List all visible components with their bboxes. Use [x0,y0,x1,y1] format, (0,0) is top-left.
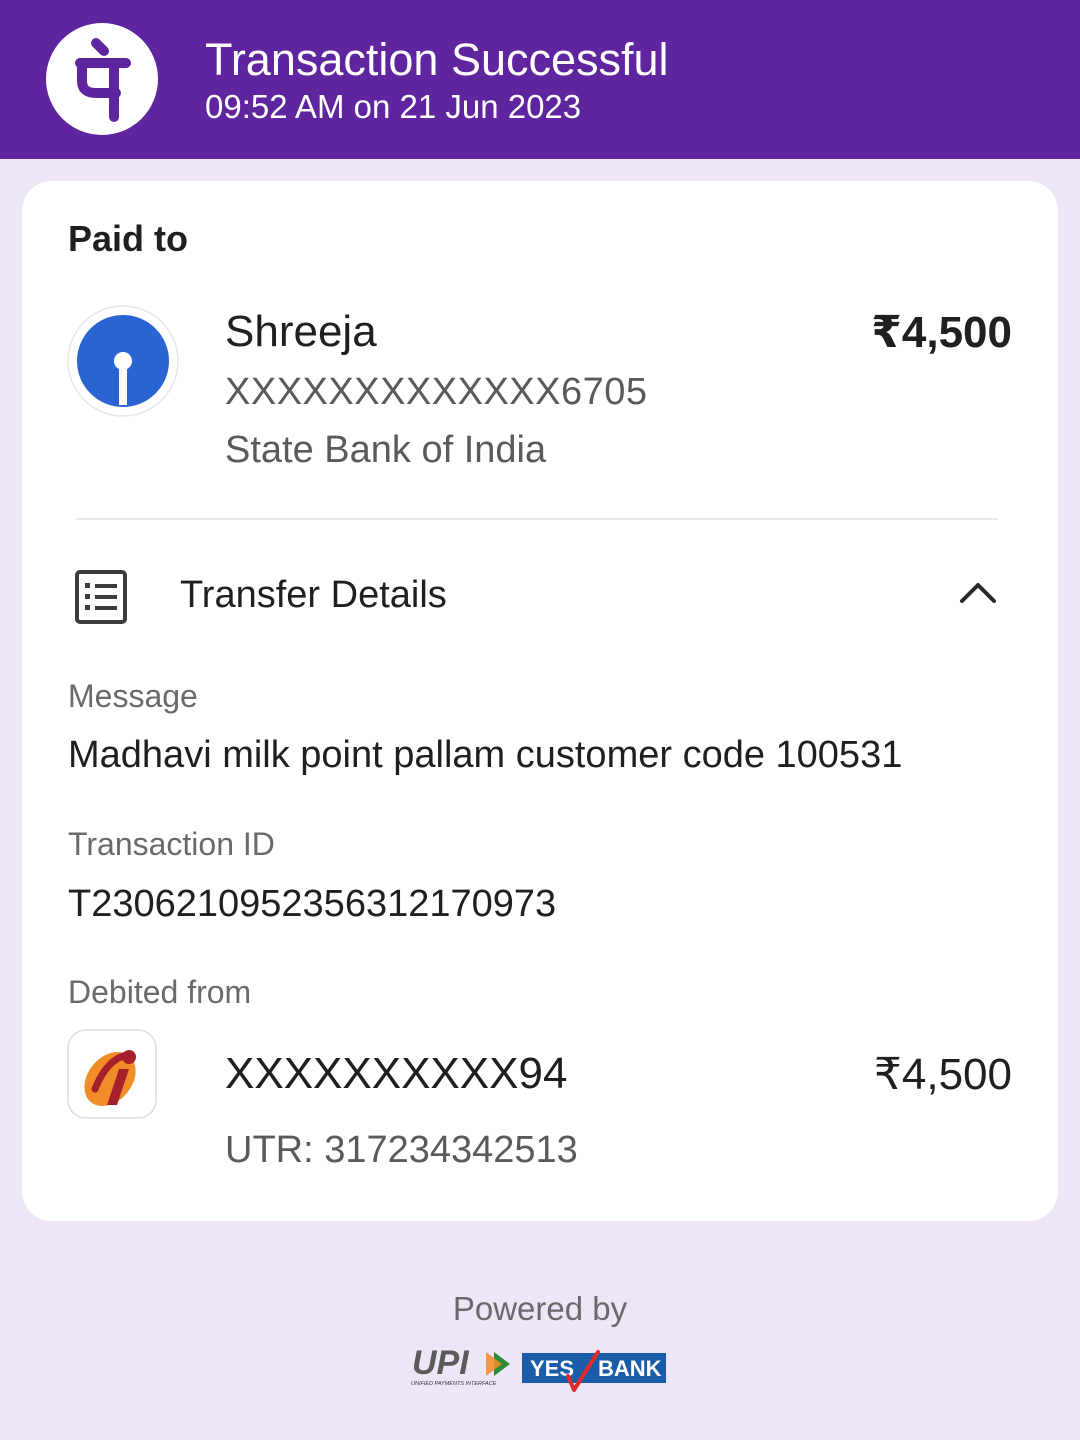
chevron-up-icon[interactable] [958,577,998,607]
transfer-details-toggle[interactable]: Transfer Details [180,574,447,617]
svg-text:UNIFIED PAYMENTS INTERFACE: UNIFIED PAYMENTS INTERFACE [411,1381,497,1387]
icici-logo-icon [67,1029,157,1119]
section-divider [76,518,998,520]
message-label: Message [68,678,198,714]
debited-from-label: Debited from [68,974,252,1010]
transaction-card: Paid to Shreeja XXXXXXXXXXXXX6705 State … [22,181,1058,1221]
paid-amount: ₹4,500 [871,308,1012,357]
utr-number[interactable]: UTR: 317234342513 [225,1129,578,1172]
sbi-logo-icon [67,305,179,417]
phonepe-logo-icon [46,23,158,135]
transaction-id-value[interactable]: T2306210952356312170973 [68,883,556,926]
paid-to-label: Paid to [68,218,189,259]
yes-bank-logo: YES BANK [522,1350,666,1394]
debited-account-number: XXXXXXXXXX94 [225,1049,568,1098]
payee-name: Shreeja [225,307,377,356]
upi-logo: UPI UNIFIED PAYMENTS INTERFACE [410,1344,516,1388]
message-value: Madhavi milk point pallam customer code … [68,734,903,776]
header-title: Transaction Successful [205,34,669,85]
transaction-header: Transaction Successful 09:52 AM on 21 Ju… [0,0,1080,159]
transaction-id-label: Transaction ID [68,826,275,862]
powered-by-text: Powered by [452,1290,628,1327]
payee-account-number: XXXXXXXXXXXXX6705 [225,371,648,413]
header-timestamp: 09:52 AM on 21 Jun 2023 [205,88,582,125]
svg-text:UPI: UPI [412,1346,470,1382]
debited-amount: ₹4,500 [873,1050,1012,1099]
svg-text:BANK: BANK [598,1356,662,1381]
receipt-list-icon [74,569,128,625]
payee-bank-name: State Bank of India [225,429,547,471]
